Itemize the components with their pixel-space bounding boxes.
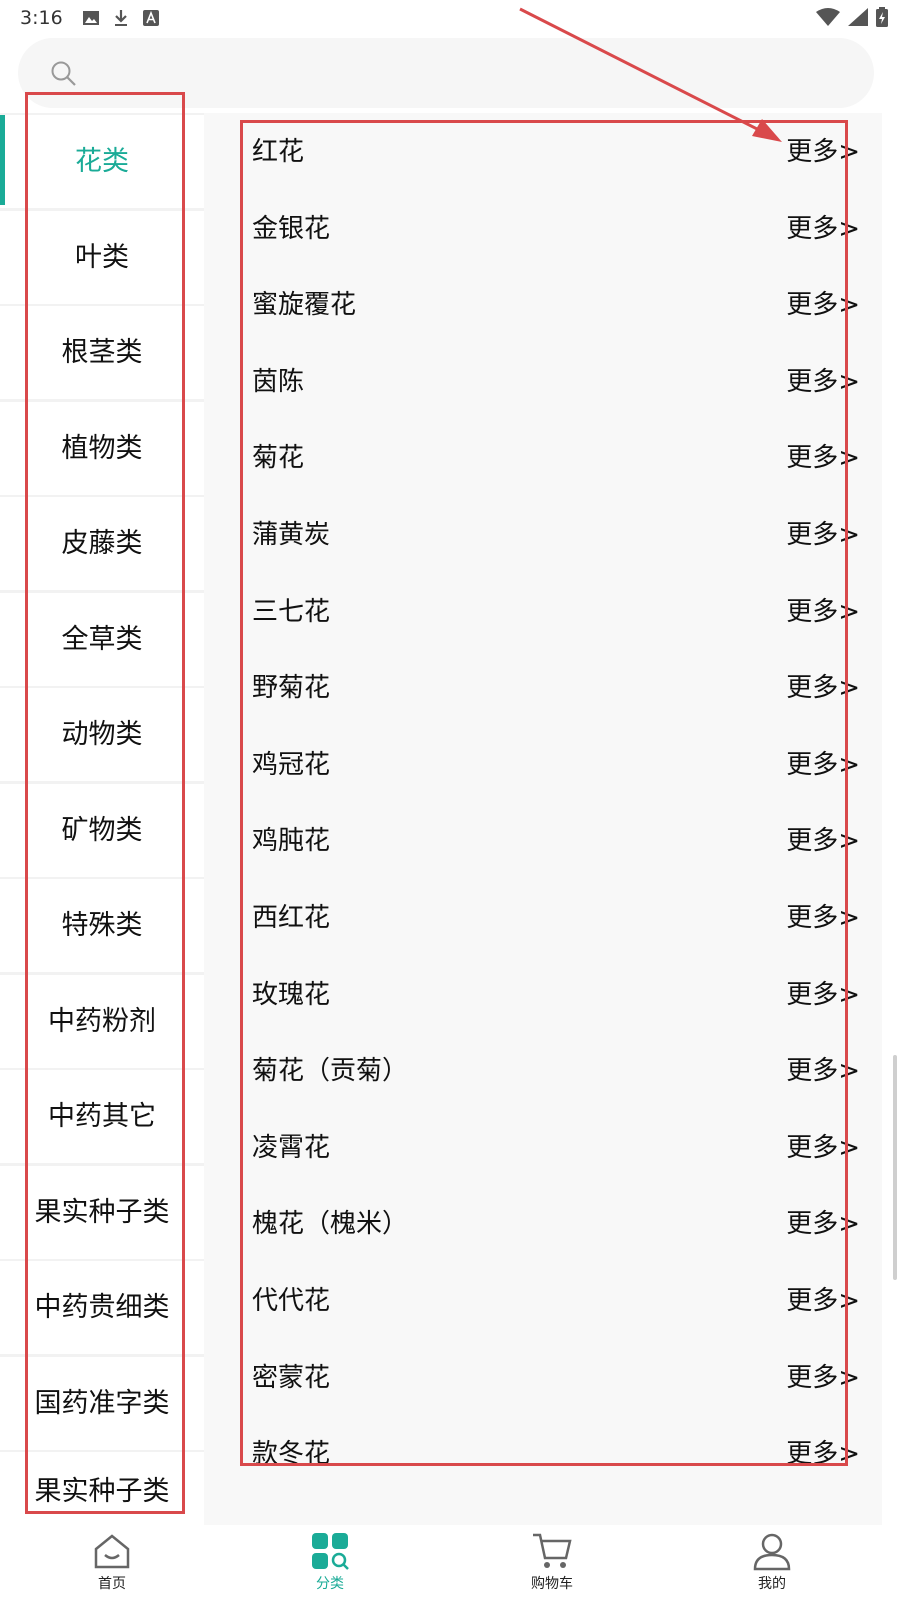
more-link[interactable]: 更多> xyxy=(786,131,860,168)
sidebar-item[interactable]: 皮藤类 xyxy=(0,497,204,590)
list-item[interactable]: 茵陈 更多> xyxy=(204,343,882,421)
list-item-name: 菊花 xyxy=(252,443,305,474)
nav-item-home[interactable]: 首页 xyxy=(52,1525,172,1600)
list-item[interactable]: 西红花 更多> xyxy=(204,879,882,957)
sidebar-item[interactable]: 全草类 xyxy=(0,592,204,686)
sidebar-item[interactable]: 中药粉剂 xyxy=(0,974,204,1068)
wifi-icon xyxy=(816,8,840,26)
sidebar-item[interactable]: 矿物类 xyxy=(0,783,204,877)
image-notification-icon xyxy=(83,11,99,25)
list-item[interactable]: 玫瑰花 更多> xyxy=(204,956,882,1034)
more-link[interactable]: 更多> xyxy=(786,974,860,1011)
nav-item-cart[interactable]: 购物车 xyxy=(492,1525,612,1600)
list-item-name: 茵陈 xyxy=(252,366,305,397)
list-item[interactable]: 菊花（贡菊） 更多> xyxy=(204,1032,882,1110)
list-item-name: 红花 xyxy=(252,137,305,167)
more-link[interactable]: 更多> xyxy=(786,820,860,857)
nav-item-label: 购物车 xyxy=(531,1576,573,1592)
sidebar-item[interactable]: 国药准字类 xyxy=(0,1356,204,1450)
list-item-name: 凌霄花 xyxy=(252,1132,331,1163)
list-item[interactable]: 红花 更多> xyxy=(204,113,882,191)
sidebar-item[interactable]: 植物类 xyxy=(0,401,204,495)
list-item-name: 玫瑰花 xyxy=(252,979,331,1010)
list-item-name: 西红花 xyxy=(252,903,331,933)
more-link[interactable]: 更多> xyxy=(786,1433,860,1470)
more-link[interactable]: 更多> xyxy=(786,1127,860,1164)
list-item[interactable]: 金银花 更多> xyxy=(204,190,882,268)
list-item-name: 鸡肫花 xyxy=(252,826,331,857)
nav-item-label: 我的 xyxy=(758,1576,786,1592)
more-link[interactable]: 更多> xyxy=(786,744,860,781)
category-icon xyxy=(312,1533,349,1570)
list-item[interactable]: 槐花（槐米） 更多> xyxy=(204,1185,882,1263)
search-icon xyxy=(51,61,76,86)
nav-item-category[interactable]: 分类 xyxy=(270,1525,390,1600)
sidebar-item[interactable]: 花类 xyxy=(0,115,204,208)
list-item[interactable]: 鸡冠花 更多> xyxy=(204,726,882,804)
list-item[interactable]: 凌霄花 更多> xyxy=(204,1109,882,1187)
list-item[interactable]: 野菊花 更多> xyxy=(204,649,882,727)
list-item-name: 槐花（槐米） xyxy=(252,1209,409,1240)
more-link[interactable]: 更多> xyxy=(786,1050,860,1087)
more-link[interactable]: 更多> xyxy=(786,667,860,704)
list-item-name: 三七花 xyxy=(252,596,331,627)
battery-icon xyxy=(876,7,888,27)
scrollbar[interactable] xyxy=(893,1055,897,1280)
nav-item-label: 首页 xyxy=(98,1576,126,1592)
sidebar-item[interactable]: 叶类 xyxy=(0,210,204,304)
more-link[interactable]: 更多> xyxy=(786,208,860,245)
list-item-name: 鸡冠花 xyxy=(252,749,331,780)
sidebar-item[interactable]: 动物类 xyxy=(0,688,204,781)
nav-item-label: 分类 xyxy=(316,1576,344,1592)
more-link[interactable]: 更多> xyxy=(786,1280,860,1317)
sidebar-item[interactable]: 中药其它 xyxy=(0,1070,204,1163)
sidebar-item[interactable]: 特殊类 xyxy=(0,879,204,972)
list-item[interactable]: 三七花 更多> xyxy=(204,573,882,651)
more-link[interactable]: 更多> xyxy=(786,897,860,934)
list-item-name: 蜜旋覆花 xyxy=(252,290,357,321)
list-item-name: 款冬花 xyxy=(252,1439,331,1470)
list-item-name: 金银花 xyxy=(252,213,331,244)
list-item-name: 代代花 xyxy=(252,1286,331,1316)
user-icon xyxy=(753,1533,791,1571)
bottom-navigation: 首页 分类 购物车 我的 xyxy=(0,1525,900,1600)
list-item[interactable]: 蒲黄炭 更多> xyxy=(204,496,882,574)
list-item[interactable]: 菊花 更多> xyxy=(204,419,882,497)
list-item-name: 蒲黄炭 xyxy=(252,520,331,550)
sidebar-item[interactable]: 果实种子类 xyxy=(0,1452,204,1525)
list-item-name: 野菊花 xyxy=(252,673,331,704)
more-link[interactable]: 更多> xyxy=(786,591,860,628)
sidebar-item[interactable]: 果实种子类 xyxy=(0,1165,204,1259)
more-link[interactable]: 更多> xyxy=(786,514,860,551)
signal-icon xyxy=(848,8,868,26)
active-indicator xyxy=(0,115,5,205)
nav-item-profile[interactable]: 我的 xyxy=(712,1525,832,1600)
list-item[interactable]: 蜜旋覆花 更多> xyxy=(204,266,882,344)
category-sidebar: 花类 叶类 根茎类 植物类 皮藤类 全草类 动物类 矿物类 特殊类 中药粉剂 中药其它 果实种子类 中药… xyxy=(0,113,204,1525)
list-item-name: 密蒙花 xyxy=(252,1362,331,1393)
status-time: 3:16 xyxy=(20,7,63,29)
list-item[interactable]: 代代花 更多> xyxy=(204,1262,882,1340)
more-link[interactable]: 更多> xyxy=(786,1357,860,1394)
download-notification-icon xyxy=(115,10,127,26)
more-link[interactable]: 更多> xyxy=(786,437,860,474)
subcategory-list: 红花 更多> 金银花 更多> 蜜旋覆花 更多> 茵陈 更多> 菊花 更多> 蒲黄炭 更多> 三七花 更多>… xyxy=(204,113,882,1525)
home-icon xyxy=(94,1534,130,1569)
more-link[interactable]: 更多> xyxy=(786,1203,860,1240)
search-bar[interactable] xyxy=(18,38,874,108)
list-item[interactable]: 款冬花 更多> xyxy=(204,1415,882,1493)
list-item-name: 菊花（贡菊） xyxy=(252,1056,409,1087)
sidebar-item[interactable]: 根茎类 xyxy=(0,306,204,399)
status-bar: 3:16 xyxy=(0,0,900,36)
list-item[interactable]: 密蒙花 更多> xyxy=(204,1339,882,1417)
sidebar-item[interactable]: 中药贵细类 xyxy=(0,1261,204,1354)
cart-icon xyxy=(533,1533,572,1568)
more-link[interactable]: 更多> xyxy=(786,284,860,321)
app-notification-icon xyxy=(143,10,159,26)
list-item[interactable]: 鸡肫花 更多> xyxy=(204,802,882,880)
more-link[interactable]: 更多> xyxy=(786,361,860,398)
